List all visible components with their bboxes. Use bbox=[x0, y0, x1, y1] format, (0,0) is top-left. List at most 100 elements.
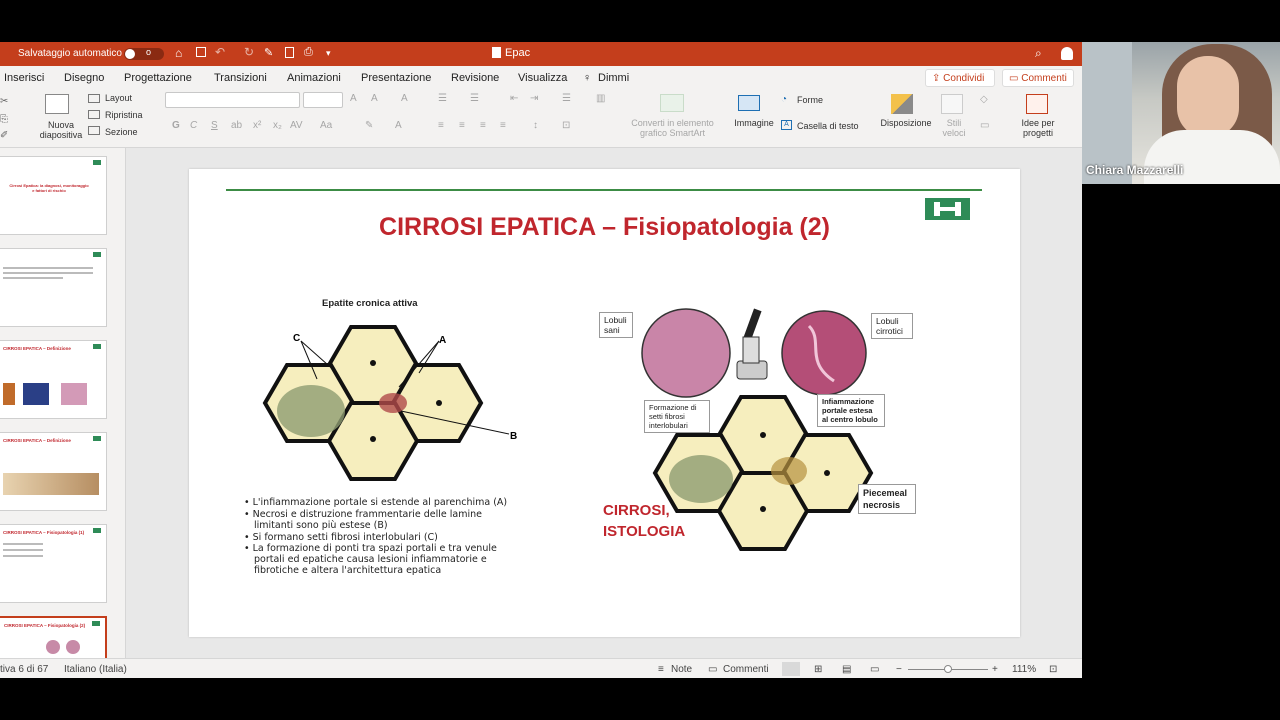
bullet-4[interactable]: • La formazione di ponti tra spazi porta… bbox=[244, 543, 519, 576]
textbox-button[interactable]: Casella di testo bbox=[797, 121, 859, 131]
edit-icon[interactable]: ✎ bbox=[264, 46, 273, 59]
smartart-button[interactable]: Converti in elemento grafico SmartArt bbox=[625, 118, 720, 138]
slide[interactable]: CIRROSI EPATICA – Fisiopatologia (2) Epa… bbox=[189, 169, 1020, 637]
subscript-icon[interactable]: x₂ bbox=[273, 120, 282, 131]
tab-inserisci[interactable]: Inserisci bbox=[4, 72, 44, 84]
slide-sorter-icon[interactable]: ⊞ bbox=[814, 664, 822, 675]
language-indicator[interactable]: Italiano (Italia) bbox=[64, 664, 127, 675]
new-slide-button[interactable]: Nuova diapositiva bbox=[36, 120, 86, 140]
slide-thumbnail-3[interactable]: CIRROSI EPATICA – Definizione bbox=[0, 340, 107, 419]
bullet-1[interactable]: • L'infiammazione portale si estende al … bbox=[244, 497, 507, 508]
layout-button[interactable]: Layout bbox=[105, 93, 132, 103]
share-button[interactable]: ⇪ Condividi bbox=[925, 69, 995, 87]
indent-icon[interactable]: ⇥ bbox=[530, 93, 538, 104]
slide-thumbnail-2[interactable] bbox=[0, 248, 107, 327]
thumb-text-line bbox=[3, 267, 93, 269]
shape-outline-icon[interactable]: ▭ bbox=[980, 120, 989, 131]
decrease-font-icon[interactable]: A bbox=[371, 93, 378, 104]
tab-disegno[interactable]: Disegno bbox=[64, 72, 104, 84]
shapes-button[interactable]: Forme bbox=[797, 95, 823, 105]
bullet-2[interactable]: • Necrosi e distruzione frammentarie del… bbox=[244, 509, 514, 531]
outdent-icon[interactable]: ⇤ bbox=[510, 93, 518, 104]
tab-visualizza[interactable]: Visualizza bbox=[518, 72, 567, 84]
justify-icon[interactable]: ≡ bbox=[500, 120, 506, 131]
tab-revisione[interactable]: Revisione bbox=[451, 72, 499, 84]
comments-button[interactable]: ▭ Commenti bbox=[1002, 69, 1074, 87]
superscript-icon[interactable]: x² bbox=[253, 120, 261, 131]
reading-view-icon[interactable]: ▤ bbox=[842, 664, 851, 675]
designer-button[interactable]: Idee per progetti bbox=[1012, 118, 1064, 138]
fit-to-window-icon[interactable]: ⊡ bbox=[1049, 664, 1057, 675]
font-size-select[interactable] bbox=[303, 92, 343, 108]
zoom-slider-thumb[interactable] bbox=[944, 665, 952, 673]
increase-font-icon[interactable]: A bbox=[350, 93, 357, 104]
strikethrough-icon[interactable]: ab bbox=[231, 120, 242, 131]
shape-fill-icon[interactable]: ◇ bbox=[980, 94, 988, 105]
zoom-level[interactable]: 111% bbox=[1012, 664, 1036, 675]
quick-styles-button[interactable]: Stili veloci bbox=[936, 118, 972, 138]
autosave-toggle[interactable]: o bbox=[124, 47, 164, 60]
italic-icon[interactable]: C bbox=[190, 120, 197, 131]
slide-canvas[interactable]: CIRROSI EPATICA – Fisiopatologia (2) Epa… bbox=[126, 148, 1082, 660]
redo-icon[interactable]: ↻ bbox=[244, 45, 254, 59]
zoom-out-icon[interactable]: − bbox=[896, 664, 902, 675]
slide-title[interactable]: CIRROSI EPATICA – Fisiopatologia (2) bbox=[189, 213, 1020, 242]
highlight-icon[interactable]: ✎ bbox=[365, 120, 373, 131]
tab-animazioni[interactable]: Animazioni bbox=[287, 72, 341, 84]
bullet-3[interactable]: • Si formano setti fibrosi interlobulari… bbox=[244, 532, 438, 543]
image-button[interactable]: Immagine bbox=[730, 118, 778, 128]
align-center-icon[interactable]: ≡ bbox=[459, 120, 465, 131]
share-icon: ⇪ bbox=[932, 73, 944, 84]
font-family-select[interactable] bbox=[165, 92, 300, 108]
align-left-icon[interactable]: ≡ bbox=[438, 120, 444, 131]
tab-progettazione[interactable]: Progettazione bbox=[124, 72, 192, 84]
account-icon[interactable] bbox=[1061, 47, 1073, 60]
case-icon[interactable]: Aa bbox=[320, 120, 332, 131]
logo-bar bbox=[934, 207, 961, 211]
tab-transizioni[interactable]: Transizioni bbox=[214, 72, 267, 84]
status-comments-button[interactable]: Commenti bbox=[723, 664, 769, 675]
slideshow-icon[interactable]: ▭ bbox=[870, 664, 879, 675]
comments-icon: ▭ bbox=[708, 664, 718, 675]
align-text-icon[interactable]: ⊡ bbox=[562, 120, 570, 131]
normal-view-icon[interactable] bbox=[782, 662, 800, 676]
notes-icon: ≡ bbox=[658, 664, 664, 675]
arrange-icon bbox=[891, 94, 913, 114]
slide-thumbnail-1[interactable]: Cirrosi Epatica: la diagnosi, monitoragg… bbox=[0, 156, 107, 235]
line-spacing-icon[interactable]: ☰ bbox=[562, 93, 571, 104]
slide-thumbnail-5[interactable]: CIRROSI EPATICA – Fisiopatologia (1) bbox=[0, 524, 107, 603]
columns-icon[interactable]: ▥ bbox=[596, 93, 605, 104]
align-right-icon[interactable]: ≡ bbox=[480, 120, 486, 131]
reset-button[interactable]: Ripristina bbox=[105, 110, 143, 120]
thumb-title: CIRROSI EPATICA – Definizione bbox=[3, 346, 71, 351]
arrange-button[interactable]: Disposizione bbox=[877, 118, 935, 128]
print-icon[interactable]: ⎙ bbox=[304, 46, 313, 59]
active-hepatitis-diagram: C A B bbox=[262, 325, 517, 481]
search-icon[interactable]: ⌕ bbox=[1035, 46, 1042, 61]
clear-format-icon[interactable]: A bbox=[401, 93, 408, 104]
tell-me-search[interactable]: Dimmi bbox=[598, 72, 629, 84]
customize-icon[interactable]: ▾ bbox=[326, 48, 331, 59]
zoom-in-icon[interactable]: + bbox=[992, 664, 998, 675]
copy-icon[interactable]: ⎘ bbox=[0, 114, 8, 125]
cut-icon[interactable]: ✂ bbox=[0, 96, 8, 107]
tab-presentazione[interactable]: Presentazione bbox=[361, 72, 431, 84]
bullets-icon[interactable]: ☰ bbox=[438, 93, 447, 104]
section-button[interactable]: Sezione bbox=[105, 127, 138, 137]
font-color-icon[interactable]: A bbox=[395, 120, 402, 131]
thumbnail-pane[interactable]: Cirrosi Epatica: la diagnosi, monitoragg… bbox=[0, 148, 126, 678]
undo-icon[interactable]: ↶ bbox=[215, 45, 225, 59]
spacing-icon[interactable]: AV bbox=[290, 120, 303, 131]
text-direction-icon[interactable]: ↕ bbox=[533, 120, 538, 131]
underline-icon[interactable]: S bbox=[211, 120, 218, 131]
new-doc-icon[interactable] bbox=[285, 47, 294, 58]
numbering-icon[interactable]: ☰ bbox=[470, 93, 479, 104]
home-icon[interactable]: ⌂ bbox=[175, 46, 182, 60]
save-icon[interactable] bbox=[196, 47, 206, 57]
new-slide-icon[interactable] bbox=[45, 94, 69, 114]
bold-icon[interactable]: G bbox=[172, 120, 180, 131]
slide-thumbnail-4[interactable]: CIRROSI EPATICA – Definizione bbox=[0, 432, 107, 511]
format-painter-icon[interactable]: ✐ bbox=[0, 130, 8, 141]
notes-button[interactable]: Note bbox=[671, 664, 692, 675]
healthy-lobule-image bbox=[641, 308, 731, 398]
